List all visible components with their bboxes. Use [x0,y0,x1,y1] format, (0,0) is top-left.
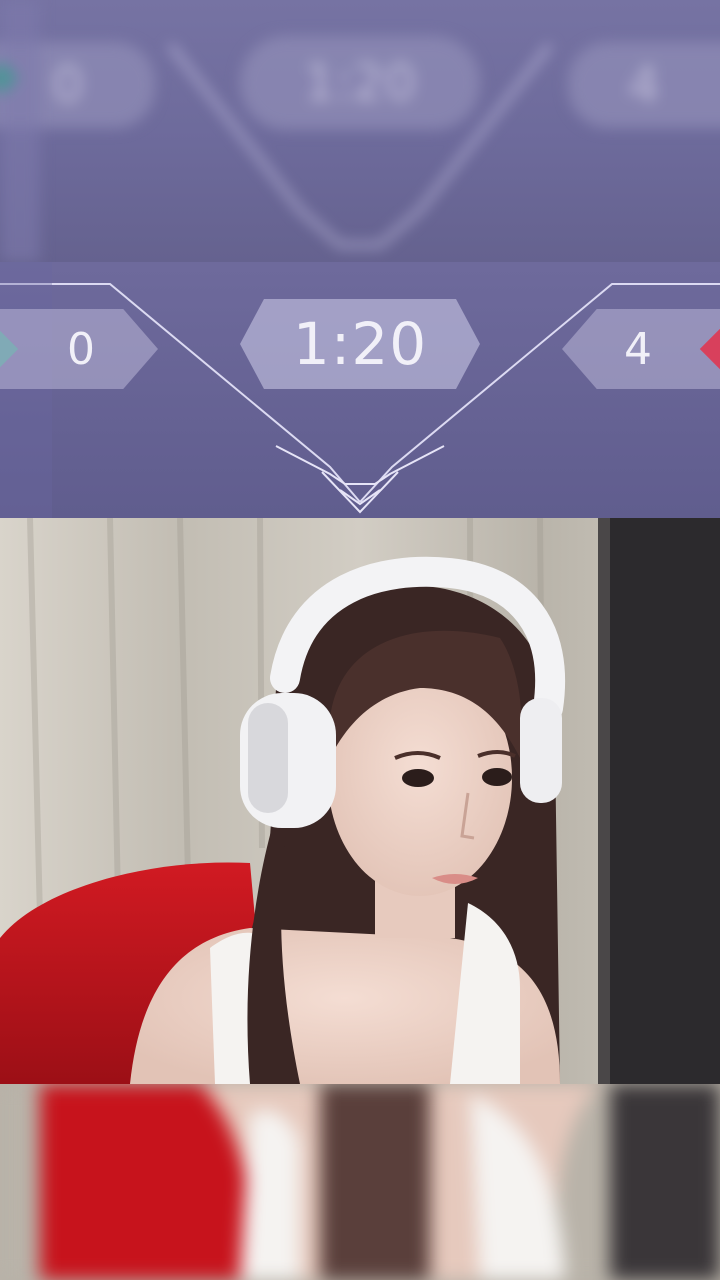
score-right-value: 4 [624,323,652,375]
blurred-hud-background: 0 0 1:20 4 [0,0,720,262]
blurred-hud-lines [0,0,553,262]
webcam-scene [0,518,720,1084]
blurred-webcam-background [0,1084,720,1280]
blurred-webcam-scene [0,1084,720,1280]
game-hud: 0 1:20 4 [0,262,720,518]
round-timer-value: 1:20 [292,310,428,378]
score-left-value: 0 [67,323,95,375]
round-timer: 1:20 [240,299,480,389]
webcam-feed [0,518,720,1084]
